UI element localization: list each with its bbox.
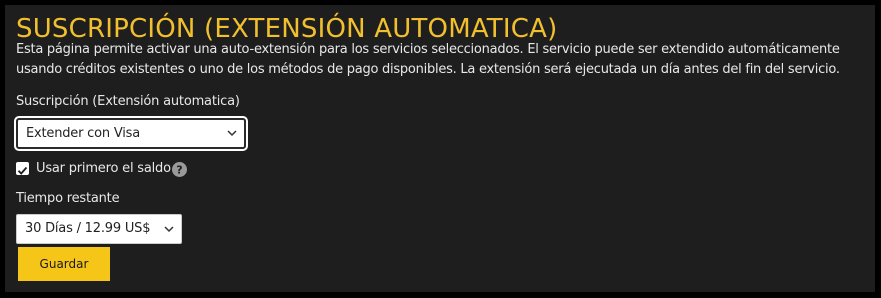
use-balance-checkbox[interactable] — [16, 162, 29, 175]
svg-text:?: ? — [176, 164, 182, 177]
remaining-time-select[interactable]: 30 Días / 12.99 US$ — [16, 214, 182, 244]
subscription-label: Suscripción (Extensión automatica) — [16, 94, 240, 109]
checkmark-icon — [17, 166, 28, 175]
subscription-selected-value: Extender con Visa — [26, 126, 140, 141]
auto-extension-panel: SUSCRIPCIÓN (EXTENSIÓN AUTOMATICA) Esta … — [5, 5, 875, 292]
page-description: Esta página permite activar una auto-ext… — [16, 42, 840, 77]
chevron-down-icon — [226, 120, 238, 147]
question-mark-icon[interactable]: ? — [172, 162, 187, 177]
remaining-time-label: Tiempo restante — [16, 191, 120, 206]
subscription-select[interactable]: Extender con Visa — [14, 116, 248, 151]
use-balance-label[interactable]: Usar primero el saldo — [36, 160, 171, 178]
save-button[interactable]: Guardar — [18, 247, 110, 281]
remaining-time-selected-value: 30 Días / 12.99 US$ — [25, 221, 151, 236]
chevron-down-icon — [163, 215, 175, 243]
